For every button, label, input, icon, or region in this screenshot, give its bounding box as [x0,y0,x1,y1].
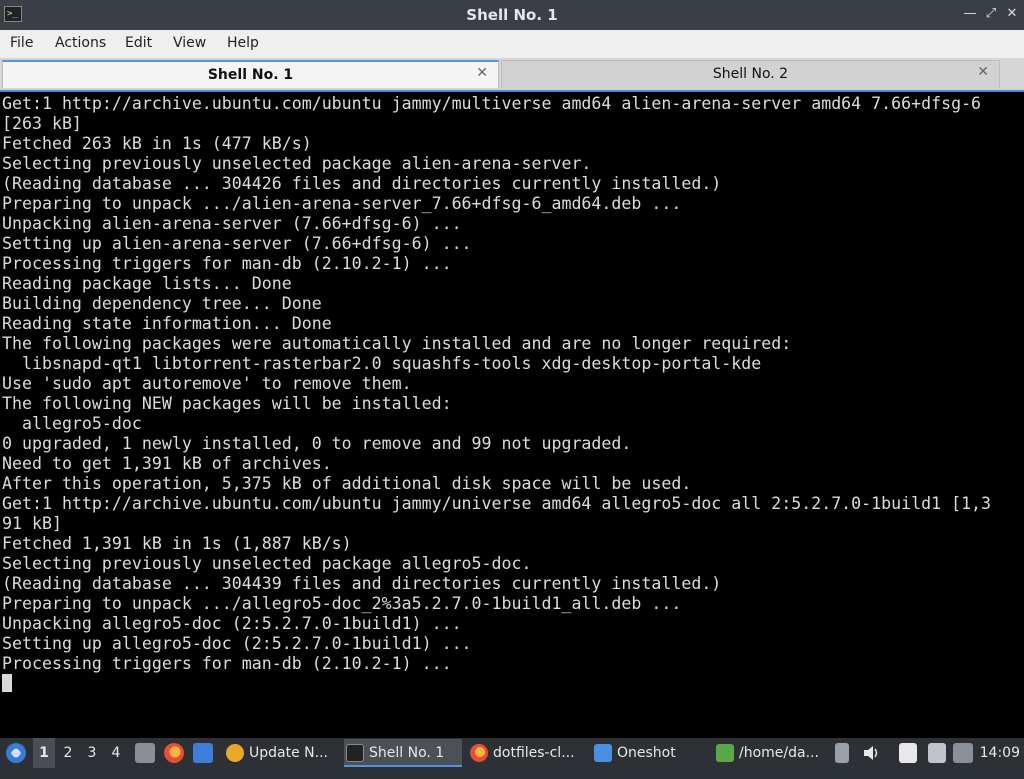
terminal-line: Preparing to unpack .../allegro5-doc_2%3… [2,594,682,613]
tab-close-icon[interactable]: ✕ [977,64,989,80]
task-update-notifier[interactable]: Update N... [224,739,340,767]
minimize-icon[interactable]: — [962,5,978,23]
terminal-area[interactable]: Get:1 http://archive.ubuntu.com/ubuntu j… [0,90,1024,738]
workspace-2[interactable]: 2 [57,738,79,768]
terminal-line: After this operation, 5,375 kB of additi… [2,474,692,493]
window-titlebar[interactable]: >_ Shell No. 1 — ⤢ ✕ [0,0,1024,30]
terminal-cursor [2,674,12,692]
menu-edit[interactable]: Edit [125,35,152,51]
tab-bar: Shell No. 1 ✕ Shell No. 2 ✕ [0,58,1024,90]
task-label: Shell No. 1 [369,745,445,761]
terminal-line: Selecting previously unselected package … [2,554,532,573]
close-icon[interactable]: ✕ [1004,5,1020,23]
terminal-line: Unpacking alien-arena-server (7.66+dfsg-… [2,214,462,233]
taskbar: 1 2 3 4 Update N... Shell No. 1 dotfiles… [0,738,1024,768]
terminal-line: 91 kB] [2,514,62,533]
task-label: Oneshot [617,745,676,761]
menu-help[interactable]: Help [227,35,259,51]
tab-shell-2[interactable]: Shell No. 2 ✕ [501,60,1000,88]
menu-actions[interactable]: Actions [55,35,106,51]
firefox-launcher-icon[interactable] [164,743,184,763]
task-firefox[interactable]: dotfiles-cl... [468,739,586,767]
terminal-line: Reading package lists... Done [2,274,292,293]
terminal-output: Get:1 http://archive.ubuntu.com/ubuntu j… [2,94,991,674]
menu-file[interactable]: File [10,35,33,51]
file-manager-launcher-icon[interactable] [135,743,155,763]
workspace-1[interactable]: 1 [33,738,55,768]
task-label: dotfiles-cl... [493,745,575,761]
terminal-line: libsnapd-qt1 libtorrent-rasterbar2.0 squ… [2,354,762,373]
task-shell-1[interactable]: Shell No. 1 [344,739,462,767]
terminal-line: Processing triggers for man-db (2.10.2-1… [2,654,452,673]
task-home-editor[interactable]: /home/da... [714,739,828,767]
terminal-line: Building dependency tree... Done [2,294,322,313]
terminal-line: Processing triggers for man-db (2.10.2-1… [2,254,452,273]
menu-bar: File Actions Edit View Help [0,30,1024,59]
tab-shell-1[interactable]: Shell No. 1 ✕ [2,60,499,88]
terminal-line: Use 'sudo apt autoremove' to remove them… [2,374,412,393]
task-label: /home/da... [739,745,819,761]
terminal-line: The following NEW packages will be insta… [2,394,452,413]
notes-icon[interactable] [899,743,917,763]
window-title: Shell No. 1 [466,6,558,24]
terminal-line: Unpacking allegro5-doc (2:5.2.7.0-1build… [2,614,462,633]
terminal-icon [346,744,364,762]
terminal-line: allegro5-doc [2,414,142,433]
terminal-line: Reading state information... Done [2,314,332,333]
terminal-line: Setting up allegro5-doc (2:5.2.7.0-1buil… [2,634,472,653]
terminal-line: The following packages were automaticall… [2,334,792,353]
folder-icon [594,744,612,762]
terminal-line: Selecting previously unselected package … [2,154,592,173]
terminal-line: 0 upgraded, 1 newly installed, 0 to remo… [2,434,632,453]
terminal-line: Setting up alien-arena-server (7.66+dfsg… [2,234,472,253]
terminal-line: (Reading database ... 304426 files and d… [2,174,722,193]
clock[interactable]: 14:09 [980,738,1020,768]
terminal-line: Fetched 1,391 kB in 1s (1,887 kB/s) [2,534,352,553]
terminal-line: Get:1 http://archive.ubuntu.com/ubuntu j… [2,494,992,513]
terminal-line: [263 kB] [2,114,82,133]
maximize-icon[interactable]: ⤢ [983,5,999,23]
terminal-line: Need to get 1,391 kB of archives. [2,454,332,473]
firefox-icon [470,744,488,762]
network-icon[interactable] [953,743,973,763]
terminal-line: Preparing to unpack .../alien-arena-serv… [2,194,682,213]
tab-label: Shell No. 1 [207,67,294,83]
workspace-4[interactable]: 4 [105,738,127,768]
display-icon[interactable] [928,743,946,763]
task-oneshot[interactable]: Oneshot [592,739,710,767]
tab-close-icon[interactable]: ✕ [476,65,488,81]
start-menu-icon[interactable] [4,738,28,768]
task-label: Update N... [249,745,328,761]
menu-view[interactable]: View [173,35,206,51]
editor-icon [716,744,734,762]
clipboard-icon[interactable] [835,743,849,763]
terminal-line: Get:1 http://archive.ubuntu.com/ubuntu j… [2,94,982,113]
workspace-3[interactable]: 3 [81,738,103,768]
volume-icon[interactable] [862,743,880,763]
tab-label: Shell No. 2 [712,66,789,82]
terminal-line: Fetched 263 kB in 1s (477 kB/s) [2,134,312,153]
update-icon [226,744,244,762]
desktop-launcher-icon[interactable] [193,743,213,763]
terminal-line: (Reading database ... 304439 files and d… [2,574,722,593]
